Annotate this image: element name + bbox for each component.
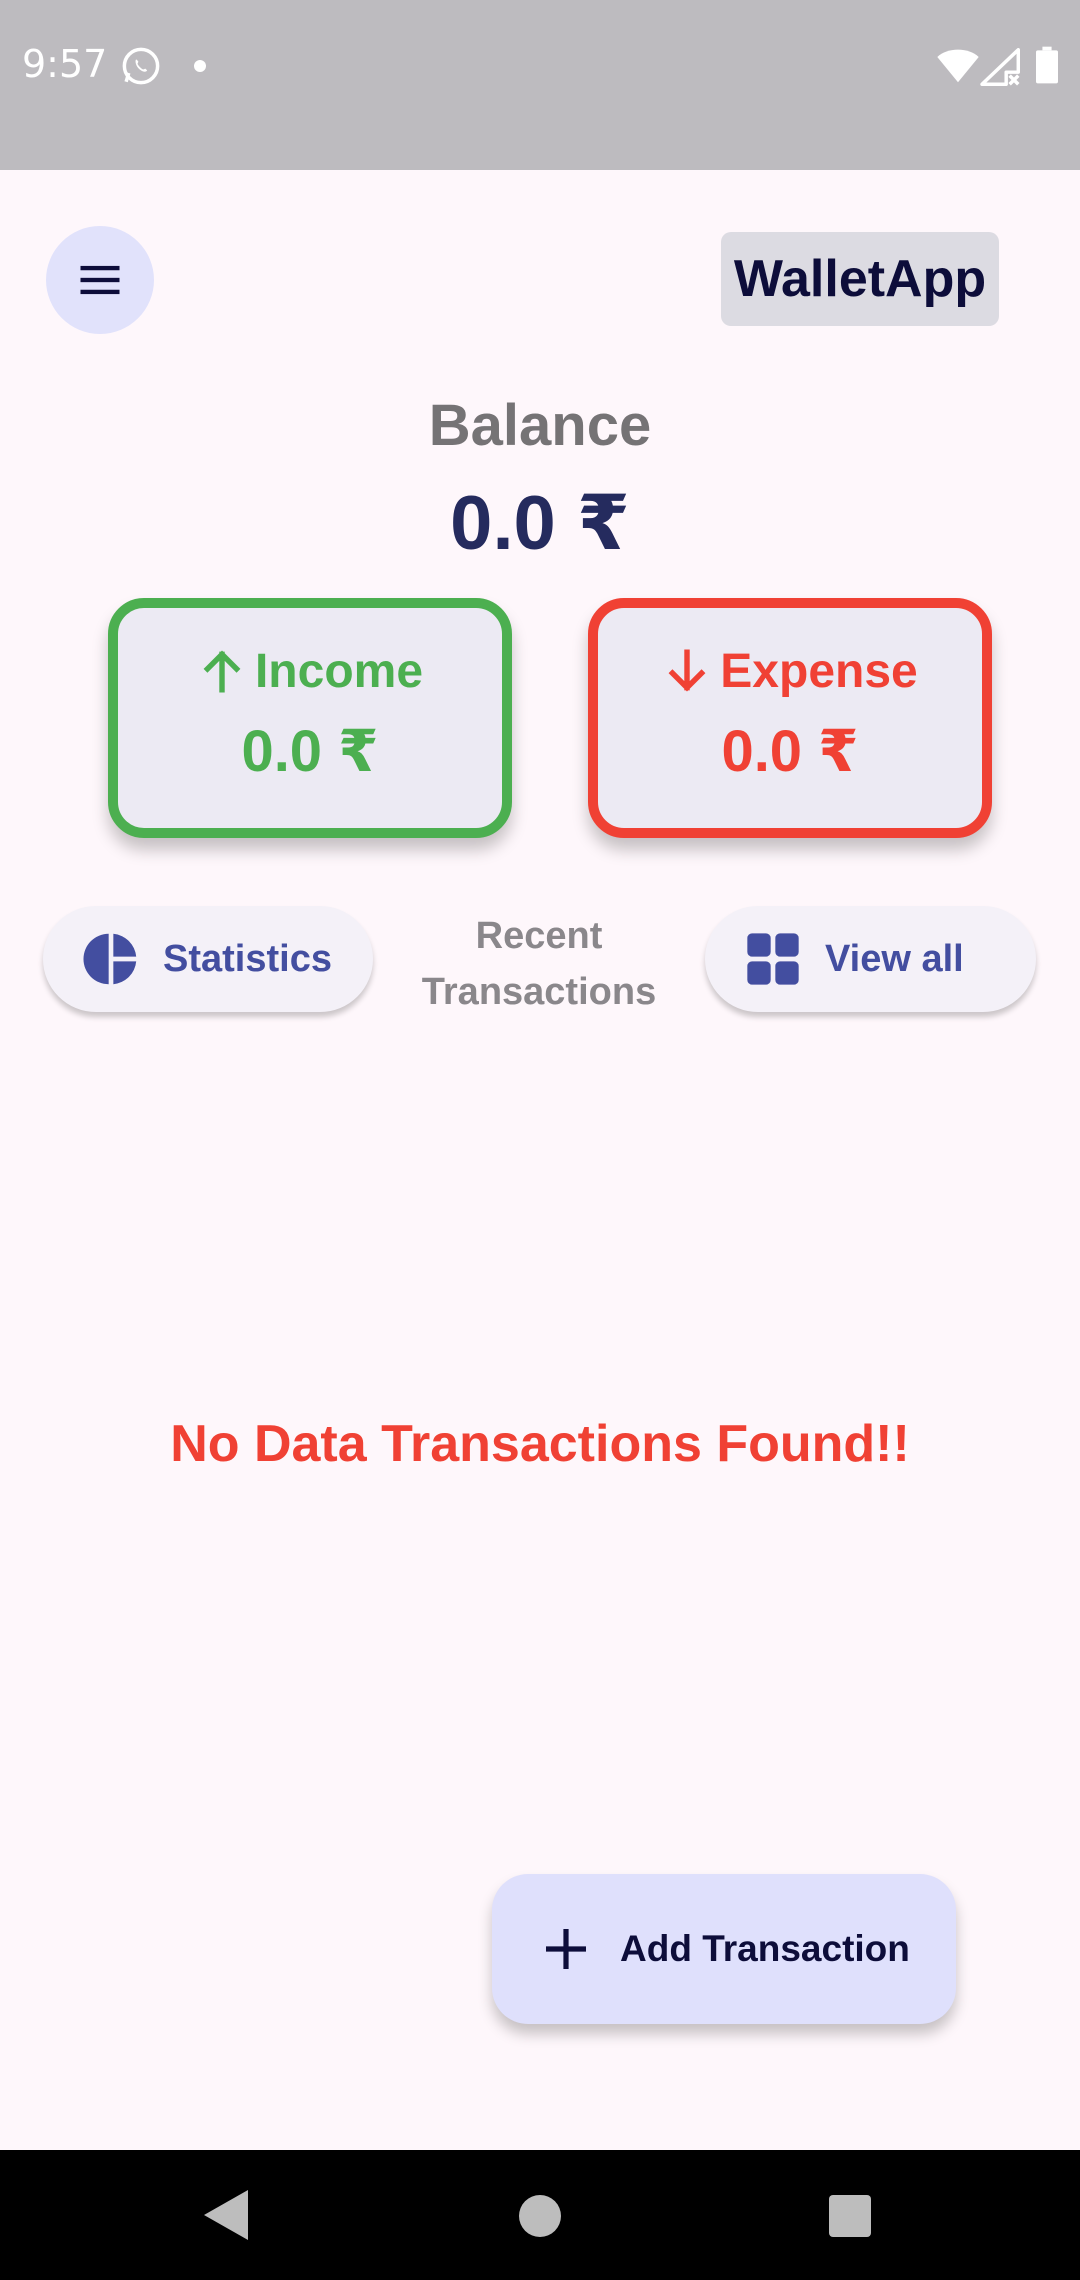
menu-button[interactable]: [46, 226, 154, 334]
income-header: Income: [197, 644, 423, 699]
recents-icon[interactable]: [829, 2195, 871, 2237]
empty-state-message: No Data Transactions Found!!: [170, 1415, 910, 1473]
balance-value: 0.0 ₹: [450, 481, 630, 566]
expense-card[interactable]: Expense 0.0 ₹: [588, 598, 992, 838]
plus-icon: [546, 1929, 586, 1969]
income-label: Income: [254, 644, 424, 698]
add-transaction-button[interactable]: Add Transaction: [492, 1874, 956, 2024]
view-all-label: View all: [825, 937, 964, 980]
expense-header: Expense: [662, 644, 918, 699]
statistics-label: Statistics: [163, 937, 332, 980]
statistics-button[interactable]: Statistics: [43, 906, 373, 1012]
income-card[interactable]: Income 0.0 ₹: [108, 598, 512, 838]
app-title: WalletApp: [721, 232, 999, 326]
back-icon[interactable]: [204, 2190, 248, 2240]
menu-icon: [80, 265, 120, 295]
home-icon[interactable]: [519, 2195, 561, 2237]
expense-label: Expense: [720, 644, 918, 698]
pie-chart-icon: [83, 933, 137, 985]
notification-dot-icon: [194, 60, 206, 72]
recent-transactions-label: Recent Transactions: [421, 915, 657, 1013]
arrow-down-icon: [668, 649, 706, 692]
expense-amount: 0.0 ₹: [721, 718, 859, 784]
whatsapp-icon: [122, 47, 160, 85]
arrow-up-icon: [203, 650, 241, 693]
battery-icon: [1036, 46, 1058, 84]
grid-icon: [747, 933, 799, 985]
status-time: 9:57: [22, 42, 108, 86]
signal-icon: [980, 48, 1020, 86]
wifi-icon: [937, 49, 979, 83]
view-all-button[interactable]: View all: [705, 906, 1036, 1012]
status-bar: 9:57: [0, 0, 1080, 170]
income-amount: 0.0 ₹: [241, 718, 379, 784]
add-transaction-label: Add Transaction: [620, 1928, 910, 1969]
balance-label: Balance: [428, 393, 652, 458]
